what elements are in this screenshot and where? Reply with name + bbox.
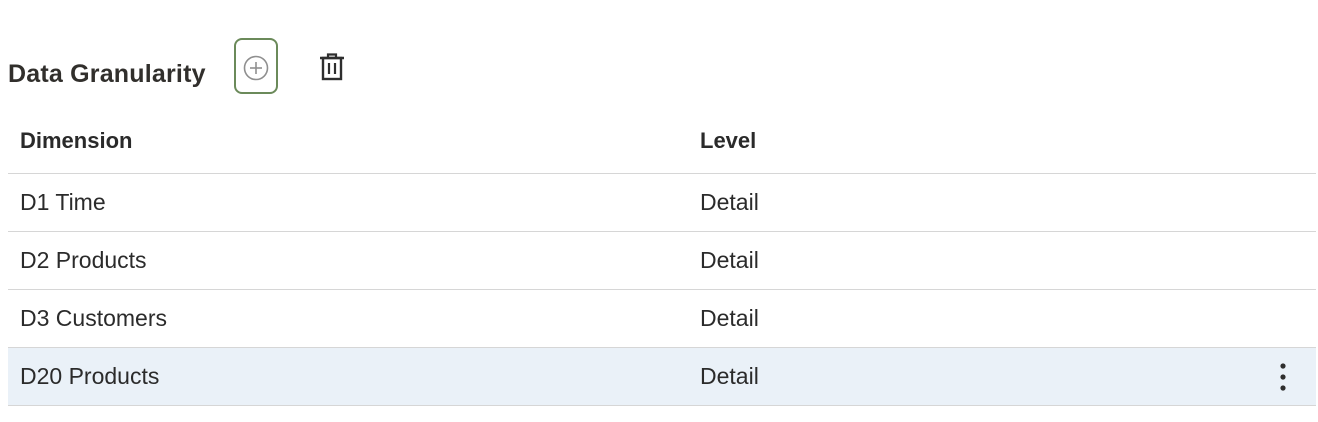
column-header-level[interactable]: Level [700, 128, 756, 154]
section-header: Data Granularity [8, 36, 344, 98]
table-row-selected[interactable]: D20 Products Detail [8, 348, 1316, 406]
level-cell: Detail [700, 363, 759, 389]
dimension-cell: D20 Products [20, 363, 160, 389]
table-row[interactable]: D1 Time Detail [8, 174, 1316, 232]
table-row[interactable]: D3 Customers Detail [8, 290, 1316, 348]
plus-circle-icon [243, 55, 269, 81]
dimension-cell: D1 Time [20, 189, 106, 215]
trash-icon [320, 53, 344, 81]
level-cell: Detail [700, 247, 759, 273]
table-header-row: Dimension Level [8, 110, 1316, 174]
table-row[interactable]: D2 Products Detail [8, 232, 1316, 290]
granularity-table: Dimension Level D1 Time Detail D2 Produc… [8, 110, 1316, 406]
dimension-cell: D2 Products [20, 247, 147, 273]
more-vertical-icon [1280, 363, 1286, 391]
level-cell: Detail [700, 189, 759, 215]
dimension-cell: D3 Customers [20, 305, 167, 331]
level-cell: Detail [700, 305, 759, 331]
column-header-dimension[interactable]: Dimension [20, 128, 132, 154]
granularity-panel: Data Granularity Dimension Level D1 Time… [0, 0, 1318, 422]
section-title: Data Granularity [8, 59, 206, 88]
row-actions-button[interactable] [1268, 357, 1298, 397]
delete-row-button[interactable] [308, 42, 356, 90]
add-row-button[interactable] [234, 38, 278, 94]
